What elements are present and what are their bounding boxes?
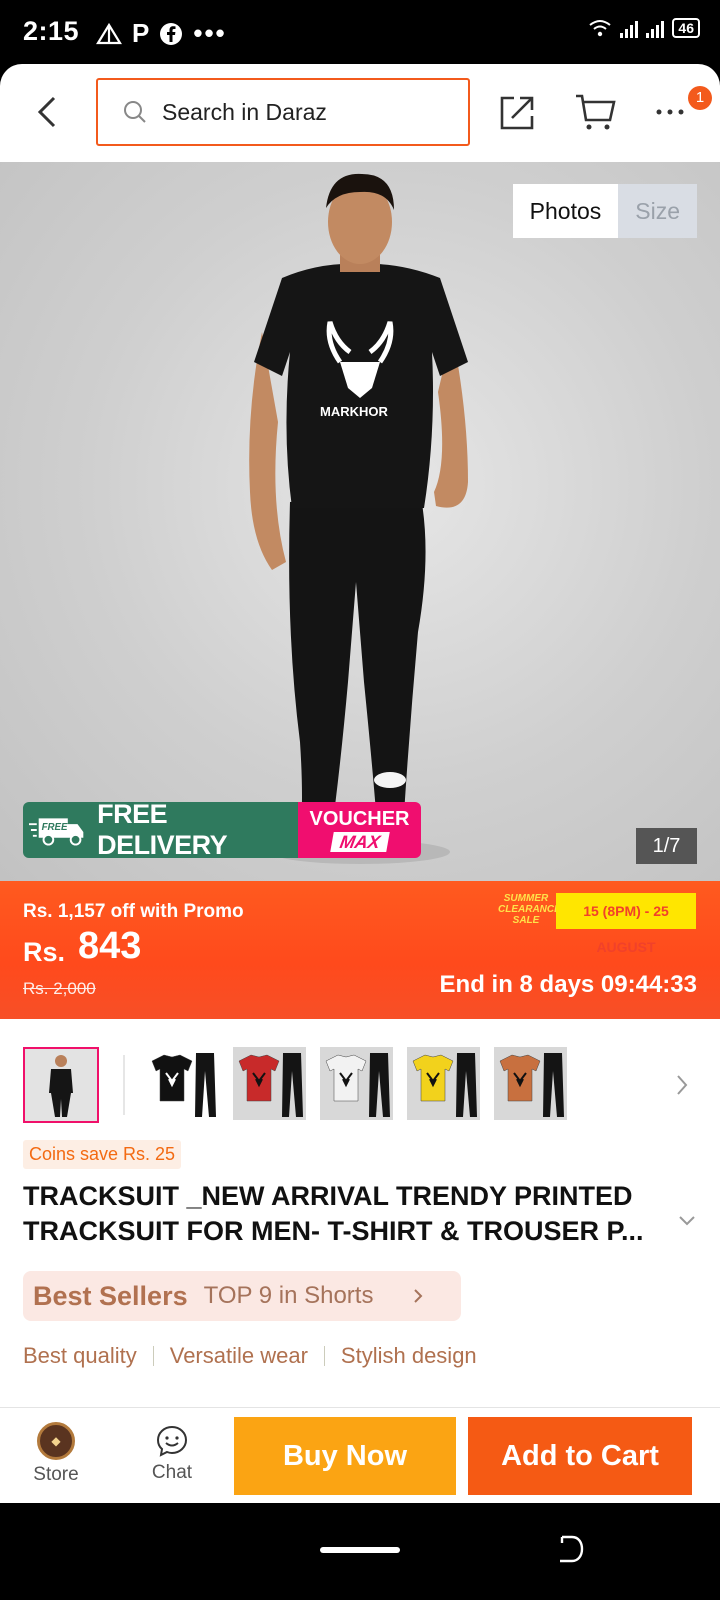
voucher-max-badge: VOUCHER MAX: [298, 802, 421, 858]
price-amount: 843: [78, 925, 142, 967]
thumbnail-4[interactable]: [320, 1047, 393, 1120]
chat-button[interactable]: Chat: [136, 1418, 208, 1498]
triangle-alert-icon: [96, 22, 122, 44]
price-banner: Rs. 1,157 off with Promo Rs. 843 Rs. 2,0…: [0, 881, 720, 1019]
gallery-tabs: Photos Size: [512, 184, 697, 238]
status-bar: 2:15 P ••• 46: [0, 0, 720, 64]
battery-indicator: 46: [672, 18, 700, 38]
more-options-icon[interactable]: [654, 100, 690, 124]
notification-icons: P •••: [96, 18, 227, 49]
top-header: Search in Daraz 1: [0, 64, 720, 162]
feature-tags: Best quality Versatile wear Stylish desi…: [23, 1343, 477, 1369]
chevron-down-icon[interactable]: [678, 1215, 696, 1227]
thumbnail-5[interactable]: [407, 1047, 480, 1120]
sale-dates: 15 (8PM) - 25 AUGUST: [556, 893, 696, 955]
facebook-icon: [160, 22, 183, 45]
home-gesture-bar[interactable]: [320, 1547, 400, 1553]
best-sellers-banner[interactable]: Best Sellers TOP 9 in Shorts: [23, 1271, 461, 1321]
thumbnail-outfit-image: [407, 1047, 480, 1120]
thumbnail-outfit-image: [320, 1047, 393, 1120]
thumbnail-2[interactable]: [146, 1047, 219, 1120]
thumbnail-model-image: [49, 1055, 73, 1117]
bottom-action-bar: ◆ Store Chat Buy Now Add to Cart: [0, 1407, 720, 1503]
p-icon: P: [132, 18, 150, 48]
store-button[interactable]: ◆ Store: [20, 1418, 92, 1498]
voucher-max-label: MAX: [329, 832, 390, 852]
free-tag: FREE: [42, 822, 68, 833]
feature-separator: [323, 1346, 325, 1366]
store-logo-icon: ◆: [37, 1422, 75, 1460]
buy-now-button[interactable]: Buy Now: [234, 1417, 456, 1495]
chat-icon: [156, 1425, 188, 1457]
thumbnail-6[interactable]: [494, 1047, 567, 1120]
search-input[interactable]: Search in Daraz: [96, 78, 470, 146]
back-gesture-icon[interactable]: [556, 1533, 586, 1565]
coins-savings-badge: Coins save Rs. 25: [23, 1140, 182, 1169]
best-sellers-label: Best Sellers: [33, 1280, 188, 1311]
wifi-icon: [589, 20, 612, 37]
free-delivery-label: FREE DELIVERY: [97, 799, 228, 860]
tab-photos[interactable]: Photos: [512, 184, 619, 238]
voucher-label: VOUCHER: [309, 808, 410, 830]
signal-1-icon: [620, 18, 639, 38]
best-sellers-rank: TOP 9 in Shorts: [203, 1282, 374, 1309]
original-price: Rs. 2,000: [23, 979, 96, 998]
store-label: Store: [33, 1464, 79, 1485]
search-placeholder: Search in Daraz: [162, 98, 327, 125]
free-delivery-badge: FREE FREE DELIVERY: [23, 799, 298, 860]
more-dots-icon: •••: [193, 18, 227, 48]
shirt-print-text: MARKHOR: [320, 404, 388, 419]
thumbnail-divider: [123, 1055, 125, 1115]
feature-tag: Versatile wear: [169, 1343, 308, 1368]
share-icon[interactable]: [498, 92, 538, 132]
chevron-right-icon: [414, 1289, 423, 1303]
feature-separator: [152, 1346, 154, 1366]
system-icons: 46: [588, 18, 700, 38]
summer-sale-tag: SUMMER CLEARANCE SALE: [498, 893, 561, 926]
feature-tag: Best quality: [23, 1343, 137, 1368]
add-to-cart-button[interactable]: Add to Cart: [468, 1417, 692, 1495]
status-time: 2:15: [23, 16, 80, 46]
back-arrow-icon[interactable]: [30, 92, 66, 132]
price-currency: Rs.: [23, 937, 66, 967]
product-photo-model: [249, 173, 468, 864]
system-nav-bar: [0, 1503, 720, 1600]
product-image-gallery[interactable]: MARKHOR Photos Size FREE FREE DELIVERY V…: [0, 162, 720, 881]
thumbnail-1-selected[interactable]: [23, 1047, 99, 1123]
variant-thumbnails: [23, 1047, 703, 1123]
delivery-truck-icon: FREE: [29, 818, 84, 846]
thumbnail-outfit-image: [233, 1047, 306, 1120]
thumbnail-outfit-image: [494, 1047, 567, 1120]
signal-2-icon: [646, 18, 665, 38]
cart-icon[interactable]: [574, 92, 616, 132]
thumbnail-outfit-image: [146, 1047, 219, 1120]
tab-size[interactable]: Size: [618, 184, 697, 238]
promo-savings: Rs. 1,157 off with Promo: [23, 901, 244, 922]
image-counter: 1/7: [636, 828, 697, 864]
product-title[interactable]: TRACKSUIT _NEW ARRIVAL TRENDY PRINTED TR…: [23, 1179, 663, 1249]
chevron-right-icon[interactable]: [675, 1073, 689, 1097]
feature-tag: Stylish design: [340, 1343, 477, 1368]
product-details: Coins save Rs. 25 TRACKSUIT _NEW ARRIVAL…: [0, 1019, 720, 1407]
chat-label: Chat: [151, 1462, 193, 1483]
search-icon: [124, 101, 146, 123]
sale-countdown: End in 8 days 09:44:33: [439, 971, 697, 998]
thumbnail-3[interactable]: [233, 1047, 306, 1120]
cart-count-badge: 1: [688, 86, 712, 110]
